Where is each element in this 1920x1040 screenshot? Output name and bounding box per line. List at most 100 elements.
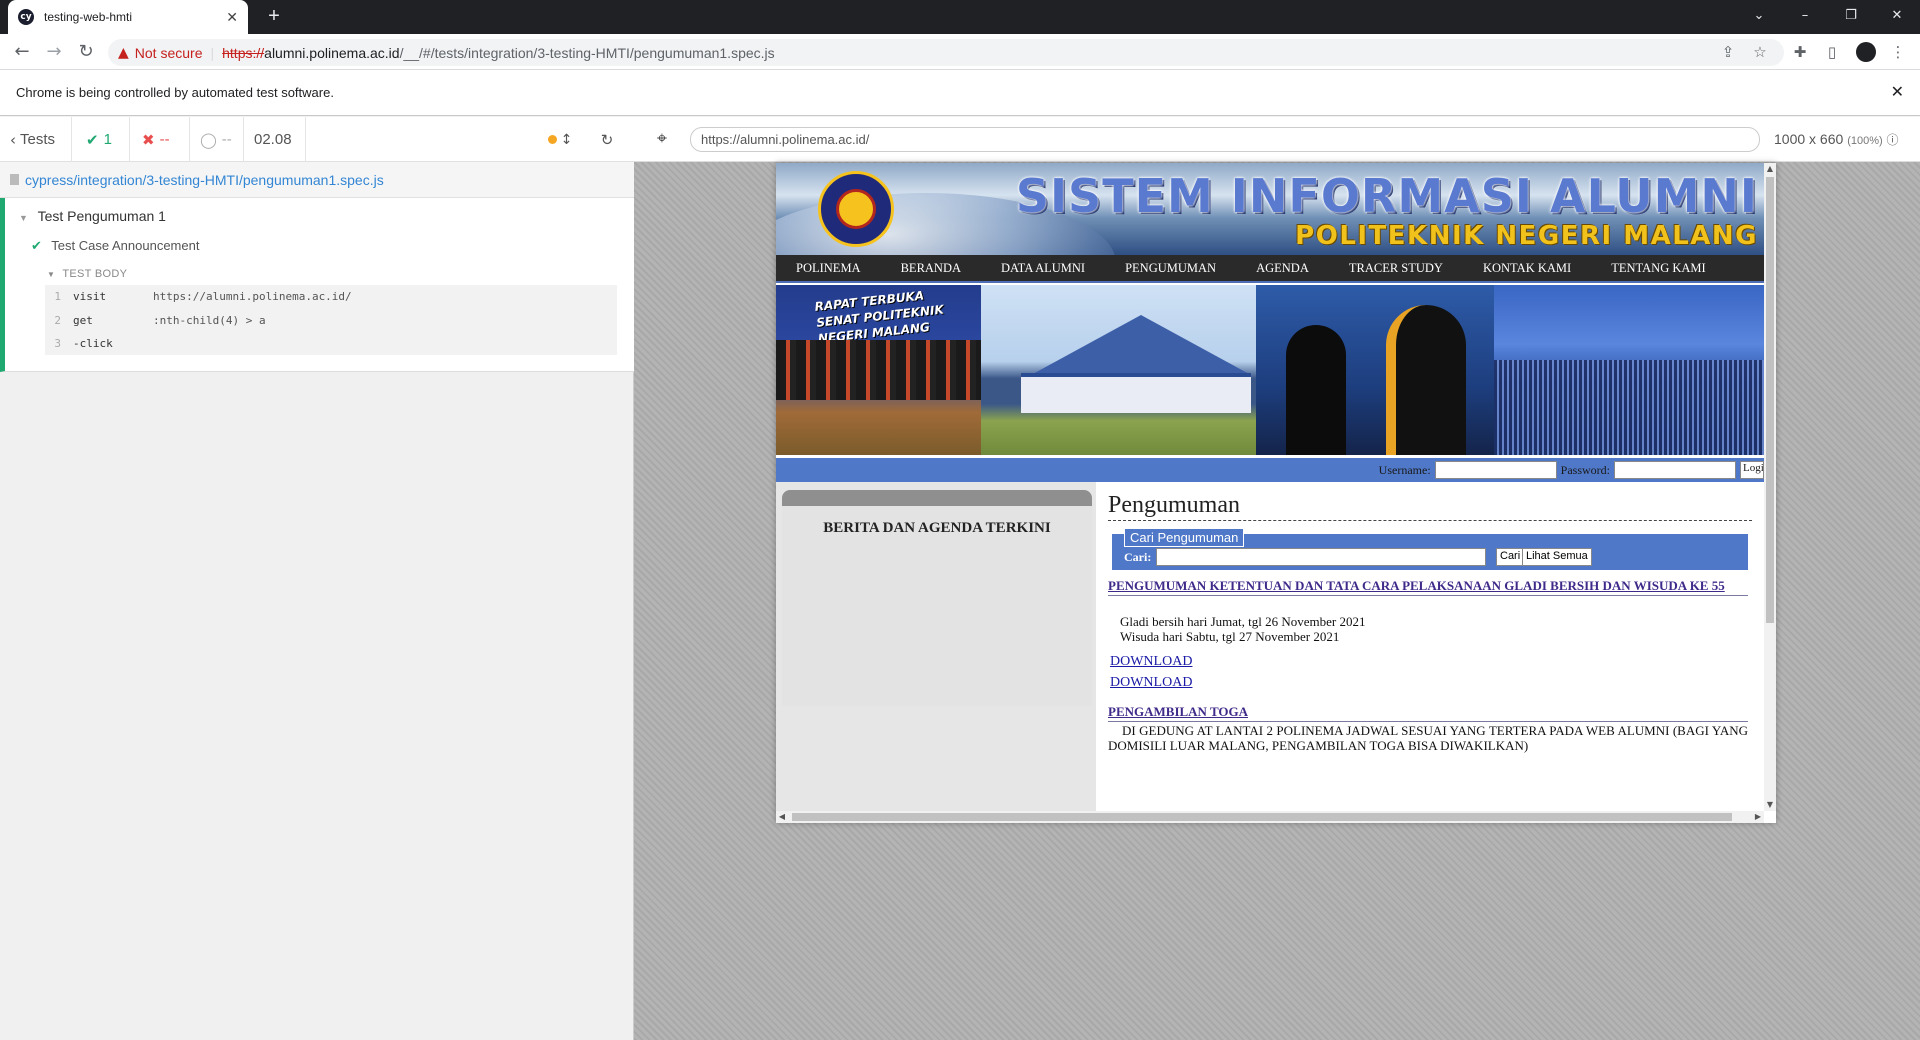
back-icon[interactable]: ← xyxy=(10,40,34,64)
security-label[interactable]: Not secure xyxy=(135,45,203,61)
address-bar[interactable]: ▲ Not secure | https:// alumni.polinema.… xyxy=(108,39,1784,66)
command-row[interactable]: 2 get :nth-child(4) > a xyxy=(45,309,617,332)
cypress-reporter: ‹ Tests ✔ 1 ✖ -- ◯ -- 02.08 ↕ ↻ cypress/… xyxy=(0,117,634,1040)
window-close-icon[interactable]: ✕ xyxy=(1874,0,1920,30)
pending-circle-icon: ◯ xyxy=(200,130,217,149)
share-icon[interactable]: ⇪ xyxy=(1718,42,1738,62)
aut-iframe: SISTEM INFORMASI ALUMNI POLITEKNIK NEGER… xyxy=(776,163,1776,823)
selector-playground-icon[interactable]: ⌖ xyxy=(652,129,672,149)
failed-count[interactable]: ✖ -- xyxy=(130,117,190,162)
restore-icon[interactable]: ❐ xyxy=(1828,0,1874,30)
scroll-thumb[interactable] xyxy=(792,813,1732,821)
viewport-scale: (100%) xyxy=(1847,135,1883,147)
browser-toolbar: ← → ↻ ▲ Not secure | https:// alumni.pol… xyxy=(0,34,1920,70)
test-title[interactable]: ✔ Test Case Announcement xyxy=(31,238,199,254)
bookmark-star-icon[interactable]: ☆ xyxy=(1750,42,1770,62)
url-host: alumni.polinema.ac.id xyxy=(264,44,400,61)
photo-people xyxy=(776,340,981,400)
scroll-down-icon[interactable]: ▼ xyxy=(1764,799,1776,811)
infobar-close-icon[interactable]: ✕ xyxy=(1891,82,1904,101)
status-dot-icon xyxy=(547,135,557,144)
announcement-title-link[interactable]: PENGAMBILAN TOGA xyxy=(1108,704,1748,722)
check-icon: ✔ xyxy=(86,130,99,149)
auto-scroll-toggle[interactable]: ↕ xyxy=(540,117,580,162)
view-all-button[interactable]: Lihat Semua xyxy=(1522,548,1592,566)
forward-icon[interactable]: → xyxy=(42,40,66,64)
file-icon xyxy=(10,174,19,185)
pending-count[interactable]: ◯ -- xyxy=(190,117,244,162)
extensions-icon[interactable]: ✚ xyxy=(1790,42,1810,62)
password-label: Password: xyxy=(1560,462,1610,477)
runnable-list: ▼ Test Pengumuman 1 ✔ Test Case Announce… xyxy=(0,198,634,372)
tab-search-icon[interactable]: ⌄ xyxy=(1736,0,1782,30)
announcement-search: Cari Pengumuman Cari: Cari Lihat Semua xyxy=(1112,528,1748,570)
scroll-arrows-icon: ↕ xyxy=(560,131,573,148)
aut-url-bar[interactable]: https://alumni.polinema.ac.id/ xyxy=(690,127,1760,152)
iframe-horizontal-scrollbar[interactable]: ◀ ▶ xyxy=(776,811,1764,823)
command-row[interactable]: 3 -click xyxy=(45,332,617,355)
duration-value: 02.08 xyxy=(254,131,292,148)
command-row[interactable]: 1 visit https://alumni.polinema.ac.id/ xyxy=(45,285,617,308)
nav-tentang-kami[interactable]: TENTANG KAMI xyxy=(1591,261,1725,276)
username-input[interactable] xyxy=(1434,461,1557,479)
nav-pengumuman[interactable]: PENGUMUMAN xyxy=(1105,261,1236,276)
iframe-vertical-scrollbar[interactable]: ▲ ▼ xyxy=(1764,163,1776,811)
nav-beranda[interactable]: BERANDA xyxy=(881,261,981,276)
reload-icon[interactable]: ↻ xyxy=(74,40,98,64)
omnibox-separator: | xyxy=(210,44,215,61)
nav-tracer-study[interactable]: TRACER STUDY xyxy=(1329,261,1463,276)
aut-header: ⌖ https://alumni.polinema.ac.id/ 1000 x … xyxy=(634,117,1920,162)
suite-title[interactable]: ▼ Test Pengumuman 1 xyxy=(19,208,166,224)
command-number: 1 xyxy=(54,290,61,303)
test-body-label[interactable]: ▼ TEST BODY xyxy=(47,268,127,280)
announcement-text: DI GEDUNG AT LANTAI 2 POLINEMA JADWAL SE… xyxy=(1108,723,1748,753)
command-arg: :nth-child(4) > a xyxy=(153,314,266,327)
tests-back-button[interactable]: ‹ Tests xyxy=(0,117,72,162)
side-panel-icon[interactable]: ▯ xyxy=(1822,42,1842,62)
download-link[interactable]: DOWNLOAD xyxy=(1110,675,1192,691)
passed-count[interactable]: ✔ 1 xyxy=(72,117,130,162)
nav-kontak-kami[interactable]: KONTAK KAMI xyxy=(1463,261,1591,276)
rerun-button[interactable]: ↻ xyxy=(592,117,622,162)
photo-graduation xyxy=(1256,285,1494,455)
scroll-right-icon[interactable]: ▶ xyxy=(1752,811,1764,823)
announcement-title-link[interactable]: PENGUMUMAN KETENTUAN DAN TATA CARA PELAK… xyxy=(1108,578,1748,596)
polinema-logo xyxy=(818,171,894,247)
sidebar-news: BERITA DAN AGENDA TERKINI xyxy=(776,482,1096,813)
page-title: Pengumuman xyxy=(1108,492,1752,521)
nav-data-alumni[interactable]: DATA ALUMNI xyxy=(981,261,1105,276)
url-path: /__/#/tests/integration/3-testing-HMTI/p… xyxy=(399,44,775,61)
command-number: 3 xyxy=(54,337,61,350)
tab-close-icon[interactable]: ✕ xyxy=(226,9,238,26)
search-input[interactable] xyxy=(1156,548,1486,566)
scroll-left-icon[interactable]: ◀ xyxy=(776,811,788,823)
scroll-thumb[interactable] xyxy=(1766,177,1774,623)
login-button[interactable]: Login xyxy=(1740,461,1764,479)
nav-polinema[interactable]: POLINEMA xyxy=(776,261,881,276)
photo-banner-text: RAPAT TERBUKA SENAT POLITEKNIK NEGERI MA… xyxy=(814,288,945,346)
new-tab-icon[interactable]: + xyxy=(262,5,286,29)
reporter-header: ‹ Tests ✔ 1 ✖ -- ◯ -- 02.08 ↕ ↻ xyxy=(0,117,634,162)
announcement-line: Wisuda hari Sabtu, tgl 27 November 2021 xyxy=(1120,629,1340,644)
site-subtitle: POLITEKNIK NEGERI MALANG xyxy=(1295,221,1758,251)
graduate-figure xyxy=(1286,325,1346,455)
browser-tab[interactable]: cy testing-web-hmti ✕ xyxy=(8,0,248,34)
scroll-up-icon[interactable]: ▲ xyxy=(1764,163,1776,175)
rerun-icon: ↻ xyxy=(600,130,614,149)
spec-path[interactable]: cypress/integration/3-testing-HMTI/pengu… xyxy=(0,162,634,198)
viewport-info[interactable]: 1000 x 660 (100%) ⓘ xyxy=(1774,131,1899,148)
download-link[interactable]: DOWNLOAD xyxy=(1110,654,1192,670)
search-label: Cari: xyxy=(1124,550,1152,564)
tab-title: testing-web-hmti xyxy=(44,10,133,24)
menu-kebab-icon[interactable]: ⋮ xyxy=(1888,42,1908,62)
header-photo-collage: RAPAT TERBUKA SENAT POLITEKNIK NEGERI MA… xyxy=(776,285,1764,455)
password-input[interactable] xyxy=(1614,461,1736,479)
duration: 02.08 xyxy=(244,117,306,162)
search-button[interactable]: Cari xyxy=(1496,548,1525,566)
profile-avatar[interactable] xyxy=(1856,42,1876,62)
search-legend: Cari Pengumuman xyxy=(1124,528,1245,547)
minimize-icon[interactable]: – xyxy=(1782,0,1828,30)
nav-agenda[interactable]: AGENDA xyxy=(1236,261,1329,276)
announcement-line: Gladi bersih hari Jumat, tgl 26 November… xyxy=(1120,614,1366,629)
command-arg: https://alumni.polinema.ac.id/ xyxy=(153,290,352,303)
